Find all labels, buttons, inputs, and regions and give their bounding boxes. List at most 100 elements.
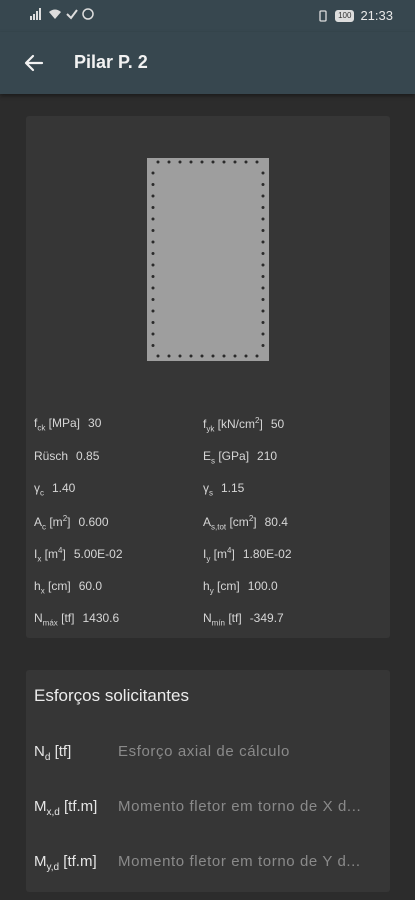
rebar-dot — [151, 298, 155, 301]
rebar-dot — [244, 354, 248, 358]
rebar-dot — [244, 160, 248, 164]
rebar-dot — [261, 275, 265, 278]
property-label: fyk [kN/cm2] — [203, 416, 263, 434]
rebar-dot — [189, 160, 193, 164]
property-label: Ac [m2] — [34, 513, 71, 531]
property-item: hy [cm] 100.0 — [203, 579, 278, 595]
rebar-dot — [222, 160, 226, 164]
force-label: Mx,d [tf.m] — [34, 798, 98, 818]
property-item: Nmáx [tf] 1430.6 — [34, 611, 119, 627]
property-item: Iy [m4] 1.80E-02 — [203, 546, 292, 563]
check-icon — [66, 9, 78, 20]
rebar-dot — [178, 160, 182, 164]
rebar-dot — [200, 354, 204, 358]
signal-icon — [30, 8, 41, 20]
rebar-dot — [261, 171, 265, 175]
rebar-dot — [156, 354, 160, 358]
rebar-dot — [151, 275, 155, 278]
rebar-dot — [261, 309, 265, 313]
rebar-dot — [211, 354, 215, 358]
force-input-row[interactable]: My,d [tf.m] Momento fletor em torno de Y … — [34, 853, 361, 873]
app-bar: Pilar P. 2 — [0, 32, 415, 94]
rebar-dot — [167, 354, 171, 358]
status-bar: 100 21:33 — [0, 0, 415, 32]
rebar-dot — [261, 332, 265, 336]
force-label: Nd [tf] — [34, 743, 72, 763]
property-item: fck [MPa] 30 — [34, 416, 101, 432]
force-input-field[interactable]: Momento fletor em torno de Y d... — [118, 853, 361, 870]
rebar-dot — [151, 263, 155, 267]
property-label: Iy [m4] — [203, 546, 235, 564]
status-icons-left — [30, 8, 94, 20]
property-label: hx [cm] — [34, 578, 71, 595]
rebar-dot — [261, 183, 265, 186]
rebar-dot — [261, 217, 265, 221]
property-value: 50 — [270, 417, 285, 431]
forces-section-title: Esforços solicitantes — [34, 686, 189, 705]
property-value: 1.40 — [52, 481, 76, 495]
property-value: 5.00E-02 — [73, 547, 123, 561]
property-label: Rüsch — [34, 448, 69, 463]
force-input-field[interactable]: Momento fletor em torno de X d... — [118, 798, 361, 815]
page-title: Pilar P. 2 — [74, 52, 148, 72]
property-value: -349.7 — [249, 611, 284, 625]
rebar-dot — [261, 229, 265, 232]
wifi-icon — [49, 9, 61, 19]
property-item: γc 1.40 — [34, 481, 75, 497]
rebar-dot — [151, 194, 155, 198]
property-value: 30 — [88, 416, 102, 430]
column-cross-section — [147, 158, 269, 361]
property-item: As,tot [cm2] 80.4 — [203, 514, 288, 531]
rebar-dot — [261, 298, 265, 301]
rebar-dot — [261, 286, 265, 290]
property-value: 100.0 — [247, 578, 278, 593]
rebar-dot — [261, 344, 265, 347]
property-value: 1.15 — [221, 481, 245, 495]
property-item: fyk [kN/cm2] 50 — [203, 416, 284, 433]
rebar-dot — [178, 354, 182, 358]
rebar-dot — [151, 171, 155, 175]
property-item: Es [GPa] 210 — [203, 449, 277, 465]
property-label: As,tot [cm2] — [203, 513, 257, 531]
rebar-dot — [151, 229, 155, 232]
rebar-dots — [151, 160, 265, 358]
rebar-dot — [151, 240, 155, 244]
rebar-dot — [151, 252, 155, 255]
rebar-dot — [261, 252, 265, 255]
vibrate-icon — [319, 9, 327, 22]
rebar-dot — [255, 354, 259, 358]
rebar-dot — [200, 160, 204, 164]
rebar-dot — [189, 354, 193, 358]
rebar-dot — [211, 160, 215, 164]
force-input-field[interactable]: Esforço axial de cálculo — [118, 743, 290, 760]
property-value: 210 — [257, 448, 278, 463]
property-value: 60.0 — [78, 578, 103, 593]
property-value: 1.80E-02 — [242, 547, 292, 561]
rebar-dot — [151, 309, 155, 313]
property-label: γs — [203, 481, 213, 498]
rebar-dot — [261, 206, 265, 209]
property-value: 0.85 — [76, 448, 100, 463]
rebar-dot — [151, 332, 155, 336]
rebar-dot — [151, 286, 155, 290]
property-value: 0.600 — [78, 514, 109, 529]
rebar-dot — [255, 160, 259, 164]
rebar-dot — [167, 160, 171, 164]
whatsapp-icon — [82, 8, 94, 20]
status-icons-right: 100 21:33 — [317, 8, 393, 23]
rebar-dot — [156, 160, 160, 164]
back-arrow-icon[interactable] — [22, 51, 46, 75]
rebar-dot — [261, 240, 265, 244]
property-item: γs 1.15 — [203, 481, 244, 497]
property-label: Nmáx [tf] — [34, 611, 75, 628]
force-input-row[interactable]: Nd [tf] Esforço axial de cálculo — [34, 743, 290, 763]
property-value: 80.4 — [264, 514, 288, 529]
force-input-row[interactable]: Mx,d [tf.m] Momento fletor em torno de X … — [34, 798, 361, 818]
property-label: Es [GPa] — [203, 448, 250, 465]
property-item: Nmín [tf] -349.7 — [203, 611, 284, 627]
rebar-dot — [151, 321, 155, 324]
property-label: γc — [34, 481, 44, 498]
rebar-dot — [233, 160, 237, 164]
rebar-dot — [233, 354, 237, 358]
rebar-dot — [151, 206, 155, 209]
